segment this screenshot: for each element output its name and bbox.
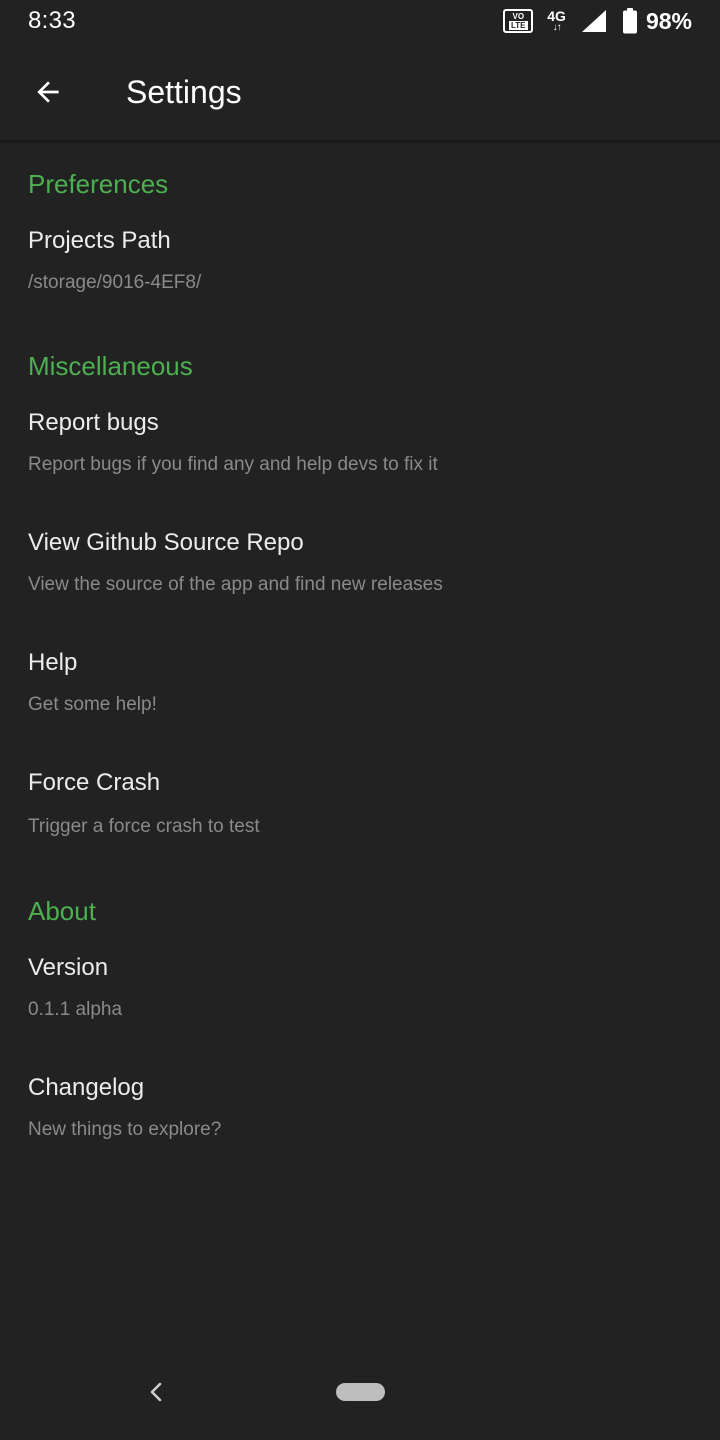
app-bar: Settings	[0, 44, 720, 140]
status-time: 8:33	[28, 7, 76, 34]
pref-title: Changelog	[28, 1074, 145, 1101]
pref-title: Report bugs	[28, 409, 159, 436]
battery-icon	[622, 8, 637, 34]
pref-github-source-repo[interactable]: View Github Source Repo View the source …	[0, 528, 720, 628]
chevron-left-icon	[150, 1382, 162, 1402]
pref-title: Help	[28, 649, 78, 676]
pref-title: Projects Path	[28, 227, 171, 254]
section-header-about: About	[28, 896, 96, 926]
system-navigation-bar	[0, 1350, 720, 1440]
back-button[interactable]	[20, 64, 76, 120]
pref-summary: 0.1.1 alpha	[28, 999, 123, 1020]
pref-title: Version	[28, 954, 109, 981]
section-header-miscellaneous: Miscellaneous	[28, 351, 193, 381]
network-type-icon: 4G ↓↑	[547, 9, 566, 33]
pref-title: Force Crash	[28, 769, 161, 796]
pref-summary: Get some help!	[28, 694, 157, 715]
status-icons: VO LTE 4G ↓↑ 98%	[503, 6, 692, 36]
data-activity-icon: ↓↑	[552, 22, 562, 33]
pref-force-crash[interactable]: Force Crash Trigger a force crash to tes…	[0, 768, 720, 868]
pref-summary: View the source of the app and find new …	[28, 574, 443, 595]
battery-percent: 98%	[645, 7, 692, 34]
status-bar: 8:33 VO LTE 4G ↓↑ 98%	[0, 0, 720, 44]
pref-projects-path[interactable]: Projects Path /storage/9016-4EF8/	[0, 226, 720, 326]
page-title: Settings	[126, 74, 242, 110]
settings-screen: 8:33 VO LTE 4G ↓↑ 98% Settings Preferenc…	[0, 0, 720, 1440]
signal-icon	[581, 10, 606, 32]
pref-help[interactable]: Help Get some help!	[0, 648, 720, 748]
pref-report-bugs[interactable]: Report bugs Report bugs if you find any …	[0, 408, 720, 508]
volte-icon: VO LTE	[503, 9, 534, 33]
volte-bottom-label: LTE	[509, 21, 528, 30]
pref-title: View Github Source Repo	[28, 529, 304, 556]
pref-summary: New things to explore?	[28, 1119, 222, 1140]
pref-summary: Report bugs if you find any and help dev…	[28, 454, 438, 475]
pref-version[interactable]: Version 0.1.1 alpha	[0, 953, 720, 1053]
pref-changelog[interactable]: Changelog New things to explore?	[0, 1073, 720, 1173]
volte-top-label: VO	[512, 12, 525, 21]
nav-home-pill[interactable]	[336, 1383, 385, 1401]
section-header-preferences: Preferences	[28, 169, 169, 199]
pref-summary: /storage/9016-4EF8/	[28, 272, 202, 293]
network-type-label: 4G	[547, 8, 566, 24]
nav-back-button[interactable]	[140, 1376, 172, 1408]
pref-summary: Trigger a force crash to test	[28, 816, 260, 837]
arrow-back-icon	[37, 81, 59, 103]
